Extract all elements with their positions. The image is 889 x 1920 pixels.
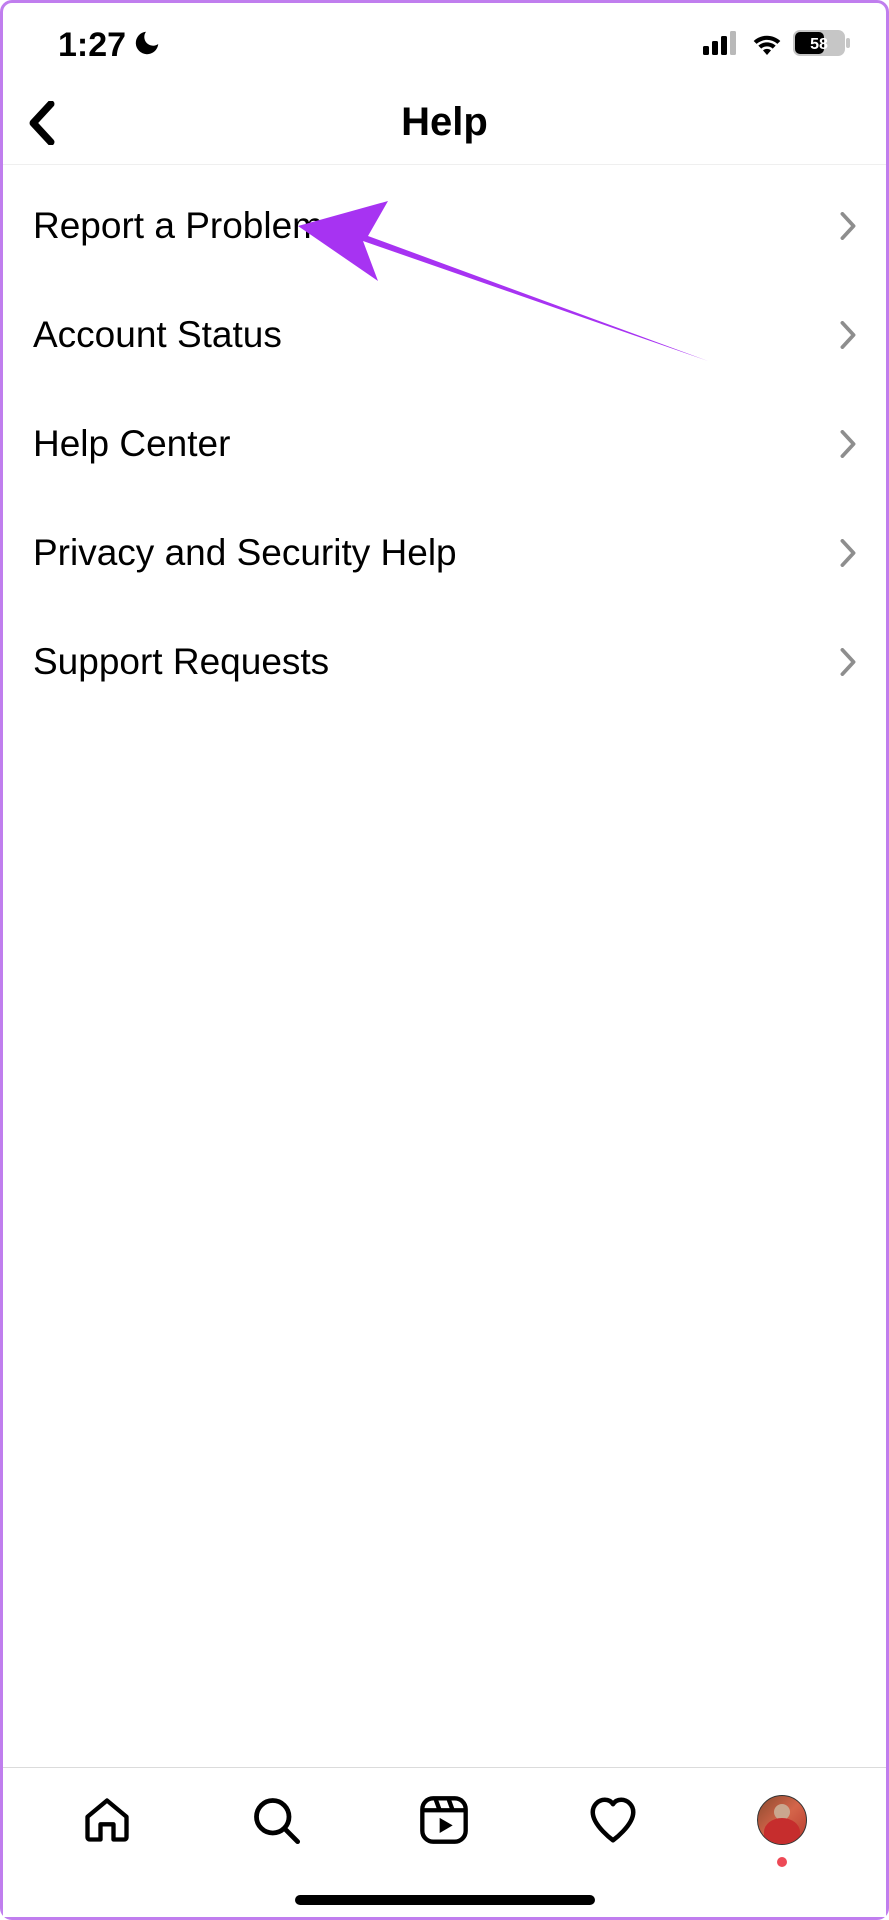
list-item-privacy-security[interactable]: Privacy and Security Help <box>3 498 886 607</box>
status-left: 1:27 <box>58 26 162 65</box>
list-item-label: Help Center <box>33 423 230 465</box>
svg-text:58: 58 <box>810 36 828 53</box>
page-header: Help <box>3 81 886 165</box>
cellular-icon <box>703 31 741 60</box>
page-title: Help <box>401 100 488 145</box>
list-item-label: Support Requests <box>33 641 329 683</box>
status-time: 1:27 <box>58 26 126 65</box>
battery-icon: 58 <box>793 30 851 61</box>
status-bar: 1:27 58 <box>3 3 886 81</box>
list-item-label: Account Status <box>33 314 282 356</box>
chevron-left-icon <box>27 101 57 145</box>
reels-icon <box>418 1794 470 1846</box>
bottom-nav <box>3 1767 886 1917</box>
list-item-account-status[interactable]: Account Status <box>3 280 886 389</box>
nav-reels[interactable] <box>415 1791 473 1849</box>
moon-icon <box>132 28 162 63</box>
back-button[interactable] <box>17 98 67 148</box>
chevron-right-icon <box>834 212 862 240</box>
chevron-right-icon <box>834 321 862 349</box>
list-item-support-requests[interactable]: Support Requests <box>3 607 886 716</box>
nav-home[interactable] <box>78 1791 136 1849</box>
status-right: 58 <box>703 30 851 61</box>
nav-search[interactable] <box>247 1791 305 1849</box>
chevron-right-icon <box>834 539 862 567</box>
help-list: Report a Problem Account Status Help Cen… <box>3 165 886 716</box>
heart-icon <box>586 1793 640 1847</box>
nav-activity[interactable] <box>584 1791 642 1849</box>
list-item-help-center[interactable]: Help Center <box>3 389 886 498</box>
chevron-right-icon <box>834 648 862 676</box>
list-item-label: Report a Problem <box>33 205 323 247</box>
search-icon <box>250 1794 302 1846</box>
nav-profile[interactable] <box>753 1791 811 1849</box>
chevron-right-icon <box>834 430 862 458</box>
home-indicator[interactable] <box>295 1895 595 1905</box>
list-item-report-problem[interactable]: Report a Problem <box>3 171 886 280</box>
list-item-label: Privacy and Security Help <box>33 532 457 574</box>
home-icon <box>81 1794 133 1846</box>
profile-avatar-icon <box>757 1795 807 1845</box>
notification-dot-icon <box>777 1857 787 1867</box>
wifi-icon <box>750 31 784 60</box>
